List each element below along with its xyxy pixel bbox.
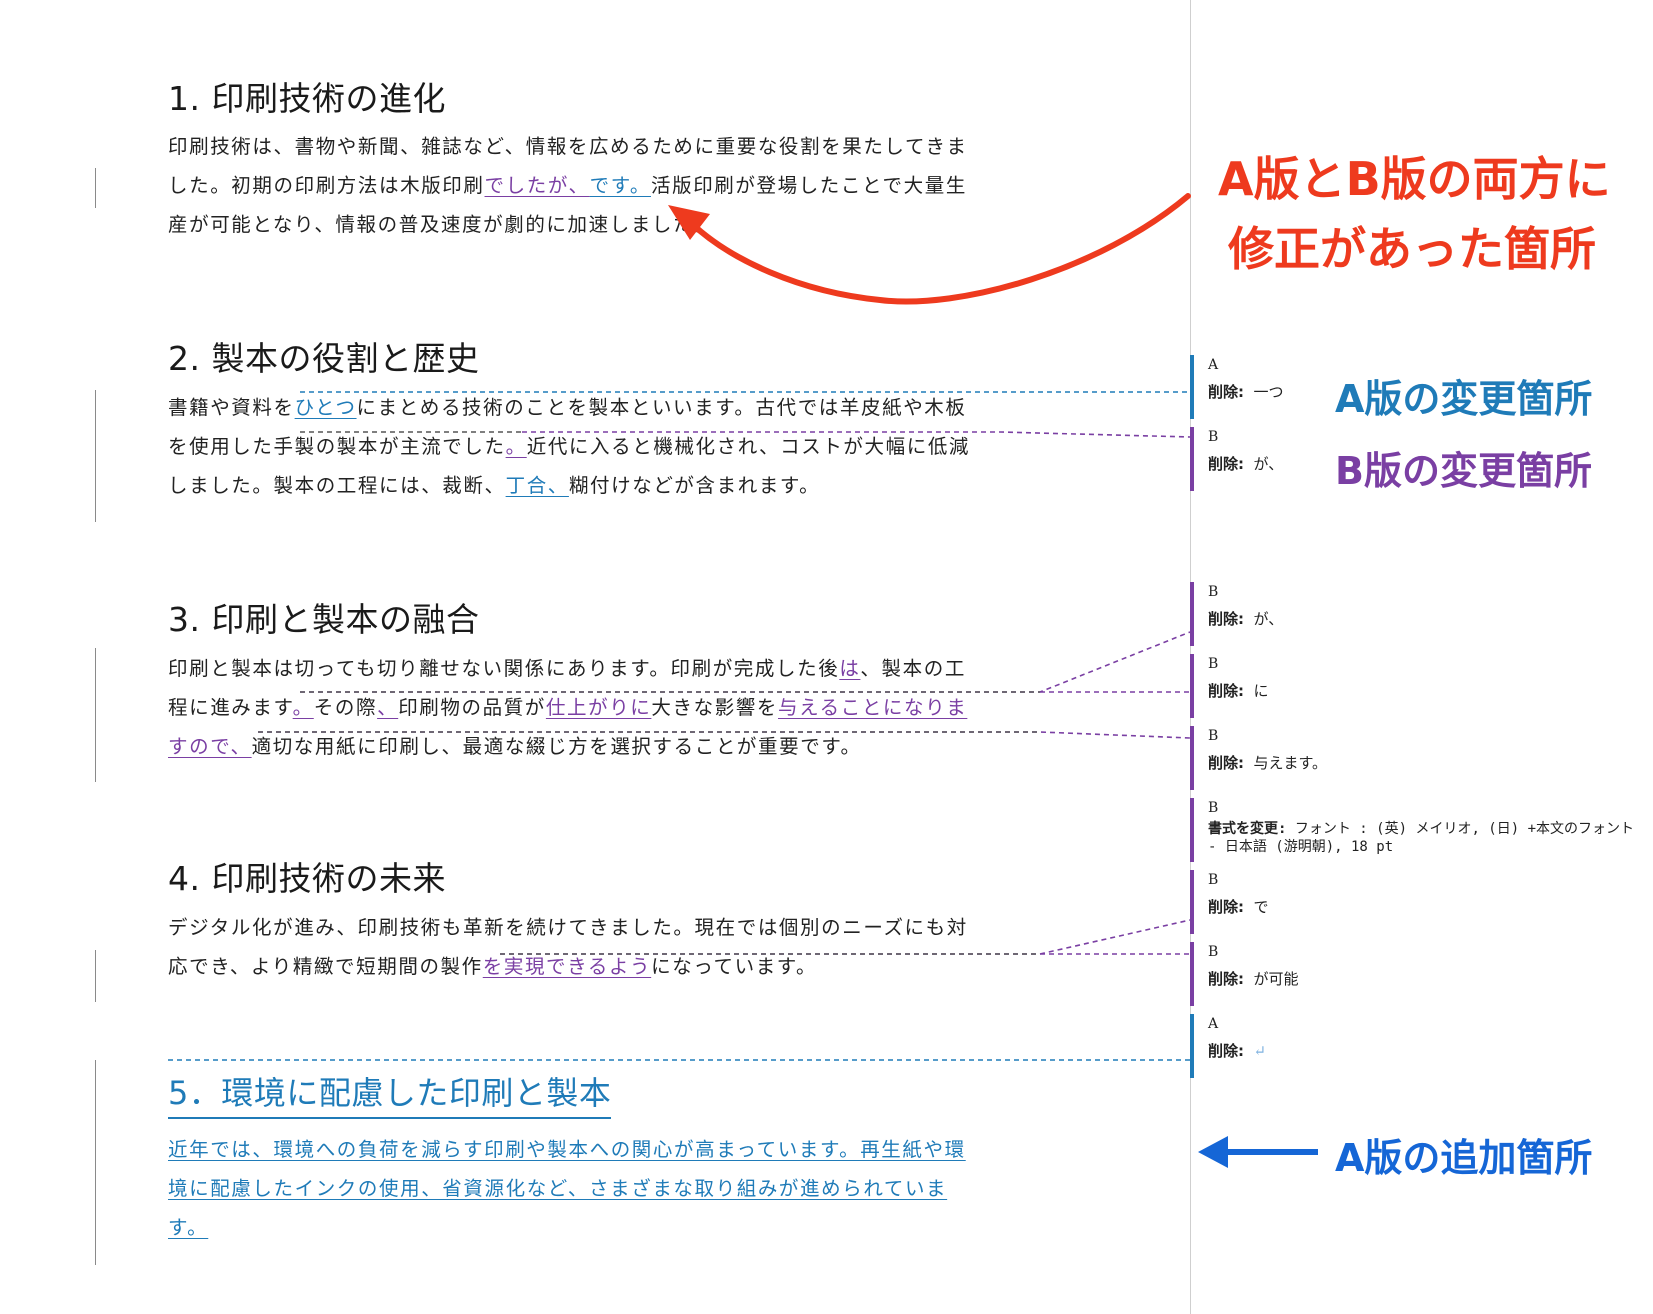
callout-b-changes: B版の変更箇所 bbox=[1335, 449, 1592, 493]
callout-both-versions: A版とB版の両方に bbox=[1218, 152, 1611, 206]
blue-arrowhead-icon bbox=[1198, 1136, 1228, 1168]
connector-line-b bbox=[522, 431, 1191, 438]
red-curve-arrow bbox=[687, 193, 1191, 305]
callout-a-additions: A版の追加箇所 bbox=[1335, 1136, 1593, 1180]
callout-both-versions: 修正があった箇所 bbox=[1228, 222, 1596, 276]
connector-line-b bbox=[500, 919, 1191, 955]
connector-line-b bbox=[300, 631, 1191, 693]
callout-a-changes: A版の変更箇所 bbox=[1335, 377, 1593, 421]
connector-line-b bbox=[258, 731, 1191, 739]
